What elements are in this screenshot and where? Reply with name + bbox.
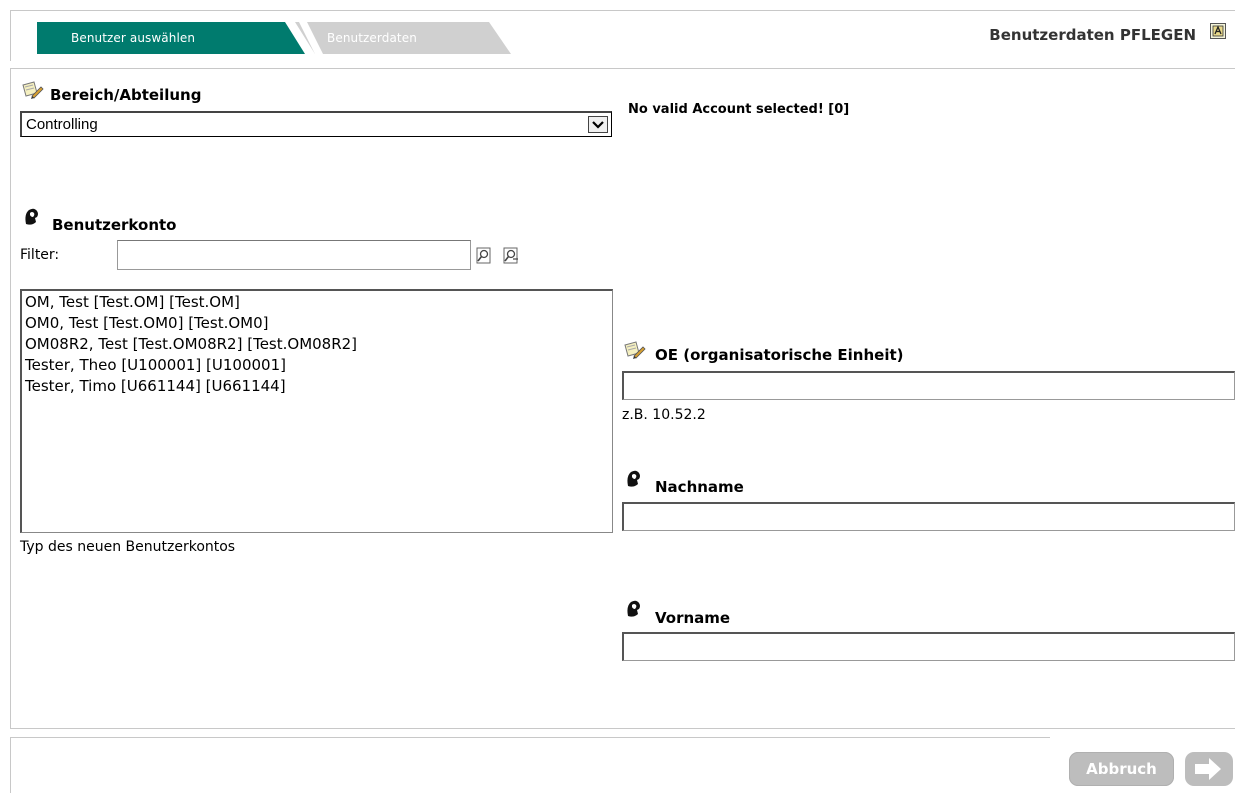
chevron-down-icon[interactable] bbox=[588, 116, 608, 133]
search-icon[interactable] bbox=[474, 245, 494, 265]
person-icon bbox=[25, 208, 38, 225]
department-select-value: Controlling bbox=[26, 116, 98, 133]
wizard-tabs: Benutzer auswählen Benutzerdaten bbox=[37, 22, 537, 54]
account-type-hint: Typ des neuen Benutzerkontos bbox=[20, 539, 236, 555]
status-message: No valid Account selected! [0] bbox=[628, 102, 850, 117]
page-title: Benutzerdaten PFLEGEN bbox=[989, 26, 1196, 44]
list-item[interactable]: Tester, Theo [U100001] [U100001] bbox=[22, 355, 357, 376]
search-reset-icon[interactable] bbox=[501, 245, 521, 265]
account-listbox[interactable]: OM, Test [Test.OM] [Test.OM] OM0, Test [… bbox=[20, 289, 613, 533]
oe-label: OE (organisatorische Einheit) bbox=[655, 346, 904, 364]
oe-field[interactable] bbox=[622, 371, 1235, 400]
firstname-label: Vorname bbox=[655, 609, 731, 627]
department-title: Bereich/Abteilung bbox=[50, 86, 202, 104]
footer-separator bbox=[10, 737, 1050, 738]
note-icon bbox=[624, 341, 646, 359]
tab-benutzer-auswaehlen[interactable]: Benutzer auswählen bbox=[71, 30, 195, 46]
arrow-right-icon bbox=[1195, 758, 1221, 780]
list-item[interactable]: OM08R2, Test [Test.OM08R2] [Test.OM08R2] bbox=[22, 334, 357, 355]
next-button[interactable] bbox=[1185, 752, 1233, 786]
note-icon bbox=[22, 81, 44, 99]
firstname-field[interactable] bbox=[622, 632, 1235, 661]
list-item[interactable]: OM0, Test [Test.OM0] [Test.OM0] bbox=[22, 313, 357, 334]
person-icon bbox=[627, 470, 640, 487]
lastname-field[interactable] bbox=[622, 502, 1235, 531]
lastname-label: Nachname bbox=[655, 478, 744, 496]
department-select[interactable]: Controlling bbox=[20, 111, 612, 137]
person-icon bbox=[627, 600, 640, 617]
filter-input[interactable] bbox=[117, 240, 471, 270]
help-icon[interactable] bbox=[1210, 23, 1226, 39]
list-item[interactable]: OM, Test [Test.OM] [Test.OM] bbox=[22, 291, 357, 313]
filter-label: Filter: bbox=[20, 247, 60, 263]
cancel-button[interactable]: Abbruch bbox=[1069, 752, 1174, 786]
account-title: Benutzerkonto bbox=[52, 216, 177, 234]
footer-left-border bbox=[10, 737, 11, 793]
main-bottom-separator bbox=[10, 728, 1235, 729]
list-item[interactable]: Tester, Timo [U661144] [U661144] bbox=[22, 376, 357, 397]
header-bar: Benutzer auswählen Benutzerdaten Benutze… bbox=[10, 10, 1235, 61]
account-list: OM, Test [Test.OM] [Test.OM] OM0, Test [… bbox=[22, 291, 357, 397]
tab-benutzerdaten[interactable]: Benutzerdaten bbox=[327, 30, 417, 46]
oe-hint: z.B. 10.52.2 bbox=[622, 407, 706, 423]
